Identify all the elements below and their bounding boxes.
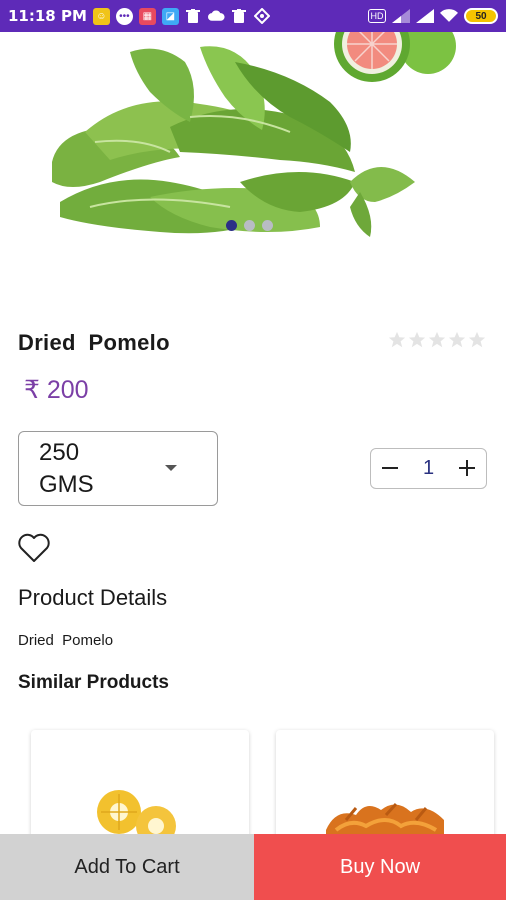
carousel-dots[interactable] (226, 220, 273, 231)
carousel-dot[interactable] (262, 220, 273, 231)
signal-icon-2 (416, 9, 434, 23)
star-icon[interactable] (428, 331, 446, 349)
hd-icon: HD (368, 9, 386, 23)
app-icon: ☺ (92, 7, 110, 25)
buy-now-button[interactable]: Buy Now (254, 834, 506, 900)
dried-pomelo-image (52, 32, 456, 237)
quantity-value: 1 (422, 457, 435, 479)
product-details-text: Dried Pomelo (18, 632, 114, 649)
carousel-dot[interactable] (244, 220, 255, 231)
minus-icon (382, 466, 398, 469)
vpn-icon (254, 8, 271, 25)
dried-mango-image (326, 802, 444, 840)
product-details-heading: Product Details (18, 585, 168, 610)
size-dropdown[interactable]: 250 GMS (18, 431, 218, 506)
plus-icon (459, 459, 475, 476)
chat-icon: ••• (115, 7, 133, 25)
dried-pineapple-image (97, 790, 176, 846)
cloud-icon (207, 8, 225, 25)
rating-stars[interactable] (388, 331, 486, 349)
product-title: Dried Pomelo (18, 330, 170, 355)
battery-icon: 50 (464, 8, 498, 24)
similar-products-heading: Similar Products (18, 672, 169, 693)
trash-icon (185, 8, 202, 25)
status-bar: 11:18 PM ☺ ••• ▦ ◪ HD 50 (0, 0, 506, 32)
bottom-action-bar: Add To Cart Buy Now (0, 834, 506, 900)
product-price: ₹ 200 (24, 376, 89, 404)
quantity-stepper[interactable]: 1 (370, 448, 487, 489)
carousel-dot-active[interactable] (226, 220, 237, 231)
gallery-icon: ◪ (161, 7, 179, 25)
add-to-cart-button[interactable]: Add To Cart (0, 834, 254, 900)
trash-icon (231, 8, 248, 25)
store-icon: ▦ (138, 7, 156, 25)
heart-icon[interactable] (17, 532, 51, 564)
status-time: 11:18 PM (8, 7, 87, 25)
similar-product-card[interactable] (276, 730, 494, 850)
star-icon[interactable] (388, 331, 406, 349)
dropdown-caret-icon (165, 465, 177, 471)
wifi-icon (440, 9, 458, 22)
product-image-carousel[interactable] (0, 32, 506, 272)
status-right: HD 50 (368, 8, 498, 24)
minus-button[interactable] (379, 457, 401, 481)
star-icon[interactable] (448, 331, 466, 349)
star-icon[interactable] (408, 331, 426, 349)
plus-button[interactable] (456, 457, 478, 481)
notification-icons: ☺ ••• ▦ ◪ (92, 7, 271, 25)
signal-icon (392, 9, 410, 23)
similar-product-card[interactable] (31, 730, 249, 850)
size-selected-value: 250 GMS (39, 438, 94, 498)
star-icon[interactable] (468, 331, 486, 349)
